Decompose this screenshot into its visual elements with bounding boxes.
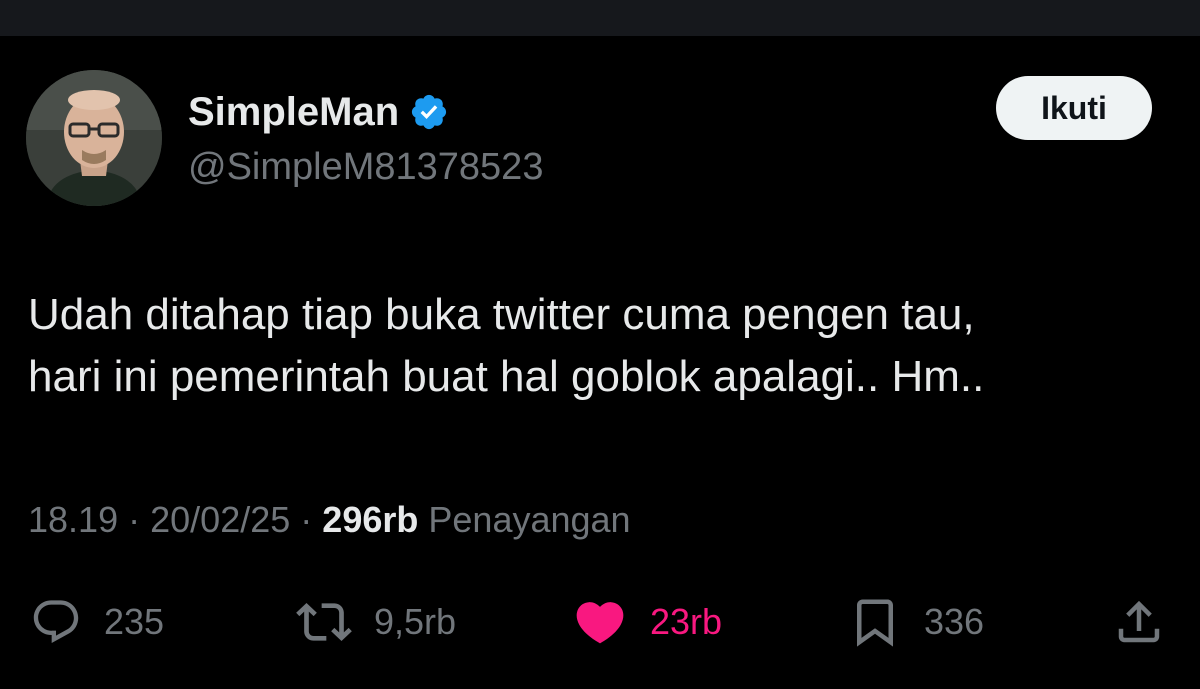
- share-icon: [1118, 600, 1160, 643]
- author-name-row: SimpleMan: [188, 88, 449, 136]
- bookmark-icon: [857, 599, 893, 647]
- retweet-icon: [296, 603, 352, 641]
- tweet-meta: 18.19 · 20/02/25 · 296rb Penayangan: [28, 498, 631, 542]
- author-handle[interactable]: @SimpleM81378523: [188, 144, 543, 190]
- tweet-text-line: hari ini pemerintah buat hal goblok apal…: [28, 352, 985, 401]
- author-display-name[interactable]: SimpleMan: [188, 88, 399, 136]
- heart-icon: [576, 602, 624, 644]
- avatar[interactable]: [26, 70, 162, 206]
- tweet-time[interactable]: 18.19: [28, 499, 118, 540]
- meta-separator: ·: [128, 499, 141, 540]
- bookmark-count: 336: [924, 601, 985, 642]
- share-button[interactable]: [1112, 596, 1166, 648]
- like-button[interactable]: 23rb: [572, 596, 722, 648]
- reply-count: 235: [104, 601, 165, 642]
- like-count: 23rb: [650, 601, 723, 642]
- tweet-card: SimpleMan @SimpleM81378523 Ikuti Udah di…: [0, 36, 1200, 689]
- retweet-count: 9,5rb: [374, 601, 457, 642]
- top-bar: [0, 0, 1200, 36]
- tweet-date[interactable]: 20/02/25: [150, 499, 290, 540]
- views-count: 296rb: [322, 499, 419, 540]
- tweet-text-line: Udah ditahap tiap buka twitter cuma peng…: [28, 290, 975, 339]
- bookmark-button[interactable]: 336: [848, 596, 984, 648]
- tweet-text: Udah ditahap tiap buka twitter cuma peng…: [28, 284, 1178, 408]
- verified-badge-icon: [412, 94, 447, 130]
- follow-button[interactable]: Ikuti: [996, 76, 1152, 140]
- reply-icon: [33, 600, 79, 644]
- views-label: Penayangan: [428, 499, 631, 540]
- meta-separator: ·: [300, 499, 313, 540]
- reply-button[interactable]: 235: [30, 596, 164, 648]
- retweet-button[interactable]: 9,5rb: [296, 596, 456, 648]
